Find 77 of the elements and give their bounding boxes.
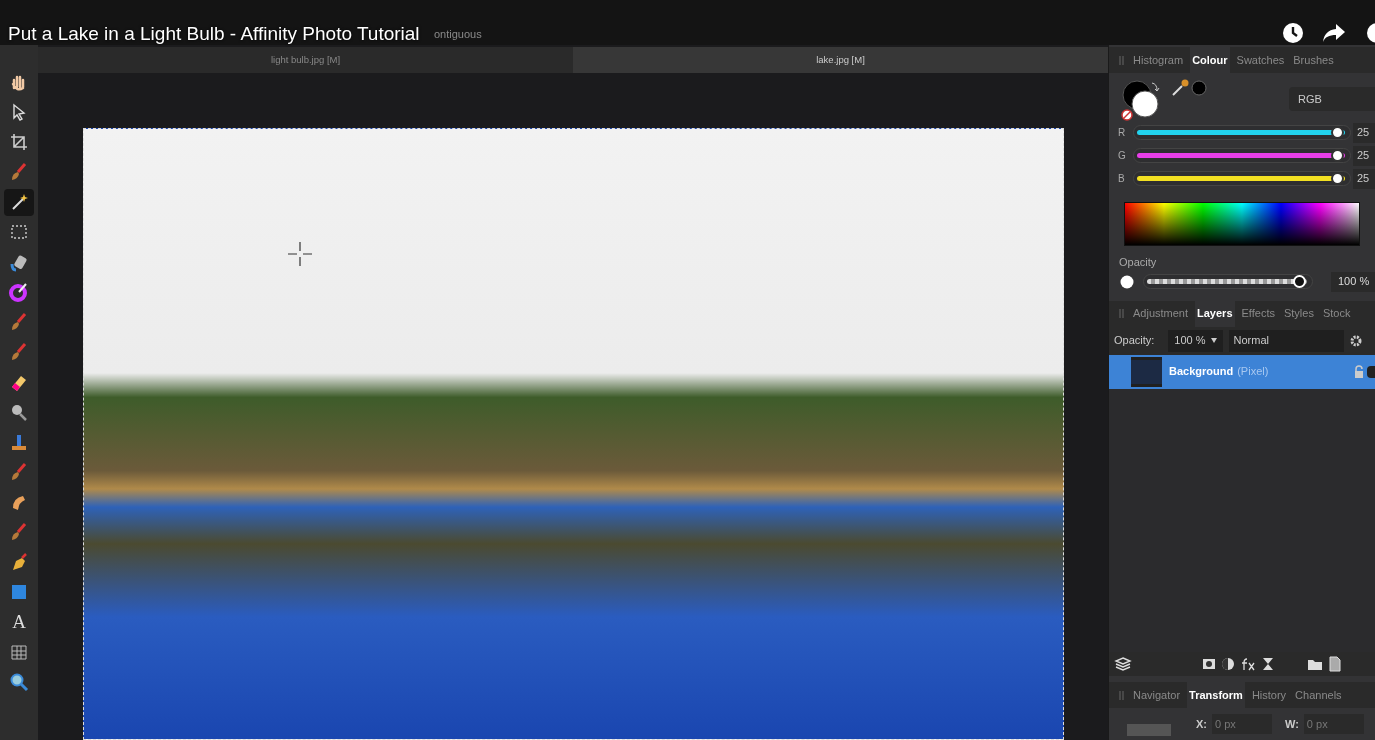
tool-icon	[9, 522, 29, 543]
visibility-checkbox[interactable]	[1367, 365, 1375, 378]
tool-icon	[9, 462, 29, 483]
share-icon[interactable]	[1322, 23, 1346, 43]
channel-label: G	[1118, 149, 1127, 163]
panel-tab[interactable]: Styles	[1281, 300, 1316, 327]
value-field[interactable]: 25	[1353, 122, 1375, 143]
tool-icon	[9, 132, 29, 153]
input-field[interactable]: 0 px	[1212, 714, 1272, 734]
colour-dot-icon	[1120, 274, 1134, 289]
grip-icon[interactable]	[1119, 309, 1124, 318]
settings-icon[interactable]	[1349, 334, 1362, 347]
toolbar-label: ontiguous	[434, 27, 482, 42]
colour-model-dropdown[interactable]: RGB	[1289, 87, 1375, 111]
value-field[interactable]: 25	[1353, 168, 1375, 189]
panel-tab[interactable]: Brushes	[1291, 47, 1336, 73]
opacity-label: Opacity:	[1114, 333, 1155, 349]
slider-thumb[interactable]	[1331, 172, 1344, 185]
grip-icon[interactable]	[1119, 690, 1124, 700]
eyedropper-icon[interactable]	[1171, 79, 1191, 97]
panel-tab[interactable]: Effects	[1239, 300, 1277, 327]
mask-icon[interactable]	[1202, 657, 1216, 671]
panel-tab[interactable]: Navigator	[1131, 682, 1183, 708]
fx-icon[interactable]	[1240, 657, 1256, 671]
video-title: Put a Lake in a Light Bulb - Affinity Photo Tutorial	[8, 22, 420, 46]
channel-label: B	[1118, 172, 1126, 186]
layer-type: (Pixel)	[1237, 364, 1269, 380]
tool-button[interactable]	[4, 189, 34, 216]
panel-tab[interactable]: Channels	[1293, 682, 1344, 708]
search-icon	[9, 672, 29, 693]
tool-icon	[9, 642, 29, 663]
panel-tab[interactable]: Adjustment	[1131, 300, 1191, 327]
tool-icon	[9, 432, 29, 453]
opacity-label: Opacity	[1118, 255, 1158, 270]
tool-icon	[9, 312, 29, 333]
tool-icon	[9, 162, 29, 183]
panel-tab[interactable]: Colour	[1190, 47, 1230, 73]
clock-icon[interactable]	[1282, 22, 1304, 44]
panel-tab[interactable]: Swatches	[1234, 47, 1287, 73]
tool-icon	[9, 252, 29, 273]
panel-tab[interactable]: History	[1249, 682, 1289, 708]
slider-track[interactable]	[1133, 171, 1351, 186]
tool-icon	[9, 282, 29, 303]
input-field[interactable]: 0 px	[1303, 714, 1364, 734]
crosshair-icon	[287, 241, 313, 267]
tool-icon	[9, 402, 29, 423]
slider-track[interactable]	[1133, 125, 1351, 140]
grip-icon[interactable]	[1119, 55, 1124, 65]
layer-thumbnail	[1131, 356, 1162, 387]
slider-thumb[interactable]	[1331, 149, 1344, 162]
tool-button[interactable]: A	[4, 609, 34, 636]
panel-tab[interactable]: Transform	[1187, 682, 1245, 708]
field-label: X:	[1196, 716, 1207, 732]
layer-row[interactable]: Background (Pixel)	[1109, 354, 1375, 389]
slider-track[interactable]	[1133, 148, 1351, 163]
slider-track[interactable]	[1143, 274, 1313, 289]
folder-icon[interactable]	[1307, 658, 1323, 670]
field-label: W:	[1285, 716, 1299, 732]
caret-icon	[1210, 338, 1217, 343]
slider-thumb[interactable]	[1331, 126, 1344, 139]
blend-mode-dropdown[interactable]: Normal	[1228, 329, 1344, 352]
document-tab[interactable]: lake.jpg [M]	[573, 47, 1108, 73]
panel-tab[interactable]: Layers	[1195, 300, 1235, 327]
channel-label: R	[1118, 126, 1127, 140]
tool-icon	[9, 342, 29, 363]
document-icon[interactable]	[1329, 656, 1341, 672]
layers-icon[interactable]	[1114, 655, 1132, 673]
layer-name: Background	[1169, 364, 1234, 380]
adjustment-icon[interactable]	[1221, 657, 1235, 671]
hourglass-icon[interactable]	[1261, 657, 1275, 671]
opacity-field[interactable]: 100 %	[1331, 271, 1375, 292]
value-field[interactable]: 25	[1353, 145, 1375, 166]
panel-tab[interactable]: Histogram	[1131, 47, 1186, 73]
panel-tab[interactable]: Stock	[1320, 300, 1353, 327]
opacity-dropdown[interactable]: 100 %	[1168, 329, 1223, 352]
colour-dot-icon	[1191, 80, 1207, 96]
colour-spectrum[interactable]	[1124, 202, 1360, 246]
